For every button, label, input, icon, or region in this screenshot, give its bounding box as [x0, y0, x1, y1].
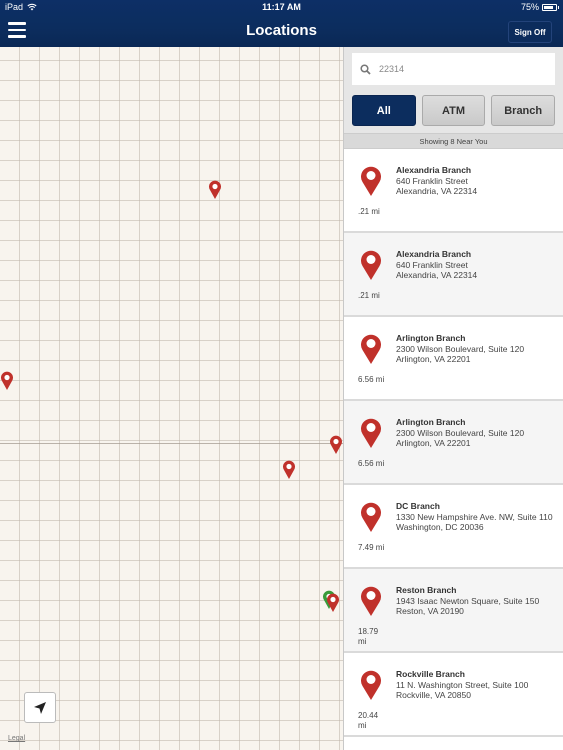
location-address-line2: Alexandria, VA 22314 — [396, 270, 478, 280]
location-address-line2: Arlington, VA 22201 — [396, 438, 471, 448]
location-name: Alexandria Branch — [396, 249, 472, 259]
location-address-line2: Reston, VA 20190 — [396, 606, 464, 616]
location-address-line1: 1330 New Hampshire Ave. NW, Suite 110 — [396, 511, 553, 522]
filter-atm-button[interactable]: ATM — [421, 95, 486, 126]
location-pin-icon — [361, 166, 381, 196]
search-input[interactable] — [379, 64, 529, 74]
map-pin-icon[interactable] — [326, 593, 340, 613]
location-name: DC Branch — [396, 501, 440, 511]
filter-all-button[interactable]: All — [352, 95, 416, 126]
location-info: Alexandria Branch 640 Franklin Street Alex… — [396, 165, 556, 197]
map-grid-line — [0, 443, 343, 444]
location-distance: 18.79 mi — [358, 627, 379, 646]
filter-branch-button[interactable]: Branch — [491, 95, 556, 126]
locations-list[interactable]: Alexandria Branch 640 Franklin Street Alex… — [344, 149, 563, 737]
location-info: Reston Branch 1943 Isaac Newton Square, S… — [396, 585, 556, 617]
location-pin-icon — [361, 334, 381, 364]
location-arrow-icon — [34, 701, 46, 714]
location-pin-icon — [361, 502, 381, 532]
filter-segmented-control: All ATM Branch — [344, 89, 563, 133]
location-distance: 6.56 mi — [358, 459, 385, 468]
location-list-item[interactable]: Arlington Branch 2300 Wilson Boulevard, S… — [344, 317, 563, 401]
location-list-item[interactable]: Rockville Branch 11 N. Washington Street,… — [344, 653, 563, 737]
location-address-line2: Alexandria, VA 22314 — [396, 186, 478, 196]
location-address-line1: 2300 Wilson Boulevard, Suite 120 — [396, 427, 525, 438]
location-address-line2: Rockville, VA 20850 — [396, 690, 471, 700]
location-info: Alexandria Branch 640 Franklin Street Alex… — [396, 249, 556, 281]
status-time: 11:17 AM — [262, 2, 301, 12]
map-pin-icon[interactable] — [282, 460, 296, 480]
search-icon — [360, 63, 371, 75]
search-bar-container — [344, 47, 563, 89]
location-list-item[interactable]: Arlington Branch 2300 Wilson Boulevard, S… — [344, 401, 563, 485]
map-view[interactable]: Legal — [0, 47, 343, 750]
top-bar: iPad 11:17 AM 75% Locations Sign Off — [0, 0, 563, 47]
location-list-item[interactable]: Reston Branch 1943 Isaac Newton Square, S… — [344, 569, 563, 653]
location-address-line1: 640 Franklin Street — [396, 259, 468, 270]
battery-icon — [542, 3, 559, 11]
page-title: Locations — [246, 22, 317, 39]
location-distance: 20.44 mi — [358, 711, 379, 730]
location-list-item[interactable]: Alexandria Branch 640 Franklin Street Alex… — [344, 233, 563, 317]
location-name: Rockville Branch — [396, 669, 465, 679]
location-distance: 6.56 mi — [358, 375, 385, 384]
location-pin-icon — [361, 586, 381, 616]
nav-bar: Locations Sign Off — [0, 15, 563, 47]
map-pin-icon[interactable] — [208, 180, 222, 200]
location-pin-icon — [361, 418, 381, 448]
location-name: Alexandria Branch — [396, 165, 472, 175]
location-distance: .21 mi — [358, 207, 380, 216]
location-pin-icon — [361, 670, 381, 700]
locations-panel: All ATM Branch Showing 8 Near You Alexan… — [343, 47, 563, 750]
map-pin-icon[interactable] — [329, 435, 343, 455]
sign-off-button[interactable]: Sign Off — [508, 21, 552, 43]
location-pin-icon — [361, 250, 381, 280]
search-field[interactable] — [352, 53, 555, 85]
location-address-line2: Washington, DC 20036 — [396, 522, 484, 532]
location-address-line2: Arlington, VA 22201 — [396, 354, 471, 364]
status-bar: iPad 11:17 AM 75% — [0, 0, 563, 15]
legal-link[interactable]: Legal — [8, 735, 25, 742]
location-address-line1: 11 N. Washington Street, Suite 100 — [396, 679, 529, 690]
battery-percent: 75% — [520, 2, 539, 12]
location-address-line1: 2300 Wilson Boulevard, Suite 120 — [396, 343, 525, 354]
location-list-item[interactable]: Alexandria Branch 640 Franklin Street Alex… — [344, 149, 563, 233]
location-info: Rockville Branch 11 N. Washington Street,… — [396, 669, 556, 701]
results-count: Showing 8 Near You — [344, 133, 563, 149]
location-distance: 7.49 mi — [358, 543, 385, 552]
location-distance: .21 mi — [358, 291, 380, 300]
location-info: Arlington Branch 2300 Wilson Boulevard, S… — [396, 333, 556, 365]
locate-me-button[interactable] — [24, 692, 56, 723]
map-pin-icon[interactable] — [0, 371, 14, 391]
location-name: Arlington Branch — [396, 333, 466, 343]
location-address-line1: 1943 Isaac Newton Square, Suite 150 — [396, 595, 540, 606]
location-address-line1: 640 Franklin Street — [396, 175, 468, 186]
location-list-item[interactable]: DC Branch 1330 New Hampshire Ave. NW, Sui… — [344, 485, 563, 569]
location-name: Arlington Branch — [396, 417, 466, 427]
location-info: DC Branch 1330 New Hampshire Ave. NW, Sui… — [396, 501, 556, 533]
location-name: Reston Branch — [396, 585, 457, 595]
location-info: Arlington Branch 2300 Wilson Boulevard, S… — [396, 417, 556, 449]
